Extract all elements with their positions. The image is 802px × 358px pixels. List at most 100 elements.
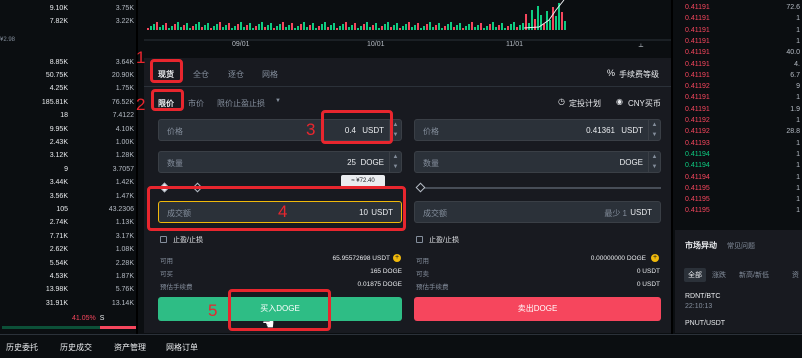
sell-price-field[interactable]: 价格 0.41361 USDT ▲ ▼ xyxy=(414,119,661,141)
trade-qty: 1 xyxy=(796,139,800,147)
market-entry-pair[interactable]: PNUT/USDT xyxy=(685,320,725,327)
orderbook-row[interactable]: 4.25K 1.75K xyxy=(0,83,136,94)
sell-qty-field[interactable]: 数量 DOGE ▲ ▼ xyxy=(414,151,661,173)
bottom-tab-trade-history[interactable]: 历史成交 xyxy=(60,342,92,353)
volume-bar xyxy=(432,27,434,30)
orderbook-row[interactable]: 2.74K 1.13K xyxy=(0,217,136,228)
buy-qty-stepper[interactable]: ▲ ▼ xyxy=(389,152,401,172)
orderbook-row[interactable]: 9 3.7057 xyxy=(0,164,136,175)
cny-buy-link[interactable]: CNY买币 xyxy=(628,98,661,109)
orderbook-row[interactable] xyxy=(0,43,136,54)
bottom-tab-order-history[interactable]: 历史委托 xyxy=(6,342,38,353)
chevron-up-icon[interactable]: ▲ xyxy=(649,152,660,162)
sell-slider-track[interactable] xyxy=(420,187,661,189)
orderbook-row[interactable]: 7.82K 3.22K xyxy=(0,16,136,27)
sell-qty-label: 数量 xyxy=(423,159,439,168)
volume-bar xyxy=(312,23,314,30)
trade-price: 0.41194 xyxy=(685,173,710,181)
volume-bar xyxy=(477,25,479,30)
plan-link[interactable]: 定投计划 xyxy=(569,98,601,109)
annotation-number-1: 1 xyxy=(136,48,146,67)
orderbook-row[interactable]: 185.81K 76.52K xyxy=(0,97,136,108)
volume-bar xyxy=(147,28,149,30)
market-filter-high-low[interactable]: 新高/新低 xyxy=(739,270,769,280)
market-filter-asset[interactable]: 资 xyxy=(792,270,799,280)
recent-trades: 0.41191 72.6 0.41191 1 0.41191 1 0.41191 1 0.411… xyxy=(675,0,802,214)
sell-button[interactable]: 卖出DOGE xyxy=(414,297,661,321)
orderbook-total: 76.52K xyxy=(111,98,134,106)
volume-bar xyxy=(252,28,254,30)
orderbook-row[interactable]: 7.71K 3.17K xyxy=(0,231,136,242)
orderbook-row[interactable]: 3.44K 1.42K xyxy=(0,177,136,188)
bottom-tab-grid-orders[interactable]: 网格订单 xyxy=(166,342,198,353)
orderbook-row[interactable]: 13.98K 5.76K xyxy=(0,284,136,295)
orderbook-total: 13.14K xyxy=(111,299,134,307)
orderbook-row[interactable]: 2.62K 1.08K xyxy=(0,244,136,255)
chevron-down-icon[interactable]: ▼ xyxy=(275,98,281,104)
orderbook-row[interactable]: 4.53K 1.87K xyxy=(0,271,136,282)
left-orderbook: 9.10K 3.75K 7.82K 3.22K 8.85K 3.64K 50.75K 20.9… xyxy=(0,0,136,333)
market-faq-link[interactable]: 常见问题 xyxy=(727,241,755,251)
volume-bar xyxy=(219,22,221,30)
fee-percent-icon[interactable]: % xyxy=(607,68,615,78)
tab-isolated[interactable]: 逐仓 xyxy=(228,69,244,80)
chevron-up-icon[interactable]: ▲ xyxy=(649,120,660,130)
market-filter-change[interactable]: 涨跌 xyxy=(712,270,726,280)
order-type-tpsl[interactable]: 限价止盈止损 xyxy=(217,98,265,109)
orderbook-amount: 2.43K xyxy=(49,139,68,146)
orderbook-row[interactable]: 50.75K 20.90K xyxy=(0,70,136,81)
orderbook-row[interactable]: 2.43K 1.00K xyxy=(0,137,136,148)
orderbook-row[interactable]: 31.91K 13.14K xyxy=(0,298,136,309)
volume-bar xyxy=(261,22,263,30)
volume-bar xyxy=(549,20,551,30)
orderbook-row[interactable]: 105 43.2306 xyxy=(0,204,136,215)
sell-avail-label: 可用 xyxy=(416,258,429,265)
chevron-down-icon[interactable]: ▼ xyxy=(649,162,660,172)
orderbook-amount: 50.75K xyxy=(45,72,68,79)
market-entry-pair[interactable]: RDNT/BTC xyxy=(685,293,720,300)
volume-bar xyxy=(378,28,380,30)
orderbook-row[interactable]: 9.10K 3.75K xyxy=(0,3,136,14)
tab-cross[interactable]: 全仓 xyxy=(193,69,209,80)
fee-level-link[interactable]: 手续费等级 xyxy=(619,69,659,80)
trade-qty: 1 xyxy=(796,162,800,170)
orderbook-row[interactable]: 18 7.4122 xyxy=(0,110,136,121)
order-type-market[interactable]: 市价 xyxy=(188,98,204,109)
volume-bar xyxy=(240,22,242,30)
orderbook-row[interactable]: 5.54K 2.28K xyxy=(0,258,136,269)
sell-slider-knob[interactable] xyxy=(415,182,426,193)
market-filter-all[interactable]: 全部 xyxy=(684,268,706,282)
orderbook-row[interactable] xyxy=(0,30,136,41)
buy-qty-value[interactable]: 25 xyxy=(347,158,356,167)
orderbook-row[interactable]: 3.56K 1.47K xyxy=(0,191,136,202)
small-price-label: ¥2.98 xyxy=(0,37,16,43)
orderbook-row[interactable]: 9.95K 4.10K xyxy=(0,124,136,135)
chart-settings-icon[interactable]: ⫠ xyxy=(638,39,648,49)
sell-price-value[interactable]: 0.41361 xyxy=(586,126,615,135)
buy-tpsl-checkbox[interactable] xyxy=(160,236,167,243)
chevron-down-icon[interactable]: ▼ xyxy=(649,130,660,140)
tab-grid[interactable]: 网格 xyxy=(262,69,278,80)
chevron-up-icon[interactable]: ▲ xyxy=(390,152,401,162)
buy-fee-value: 0.01875 DOGE xyxy=(357,281,402,288)
volume-bar xyxy=(156,22,158,30)
buy-avail-value: 65.95572698 USDT xyxy=(332,255,390,262)
sell-total-field[interactable]: 成交额 最少 1 USDT xyxy=(414,201,661,223)
volume-bar xyxy=(195,24,197,30)
bottom-tab-assets[interactable]: 资产管理 xyxy=(114,342,146,353)
orderbook-amount: 3.56K xyxy=(49,192,68,200)
buy-qty-field[interactable]: 数量 25 DOGE ▲ ▼ xyxy=(158,151,402,173)
sell-tpsl-checkbox[interactable] xyxy=(416,236,423,243)
volume-bar xyxy=(234,26,236,30)
kline-chart[interactable]: 09/01 10/01 11/01 ⫠ xyxy=(144,0,671,55)
add-funds-icon[interactable]: + xyxy=(651,254,659,262)
chevron-down-icon[interactable]: ▼ xyxy=(390,162,401,172)
orderbook-row[interactable]: 8.85K 3.64K xyxy=(0,57,136,68)
volume-bar xyxy=(513,22,515,30)
add-funds-icon[interactable]: + xyxy=(393,254,401,262)
sell-price-stepper[interactable]: ▲ ▼ xyxy=(648,120,660,140)
orderbook-row[interactable]: 3.12K 1.28K xyxy=(0,150,136,161)
sell-qty-stepper[interactable]: ▲ ▼ xyxy=(648,152,660,172)
volume-bar xyxy=(153,24,155,30)
orderbook-amount: 7.71K xyxy=(49,232,68,240)
